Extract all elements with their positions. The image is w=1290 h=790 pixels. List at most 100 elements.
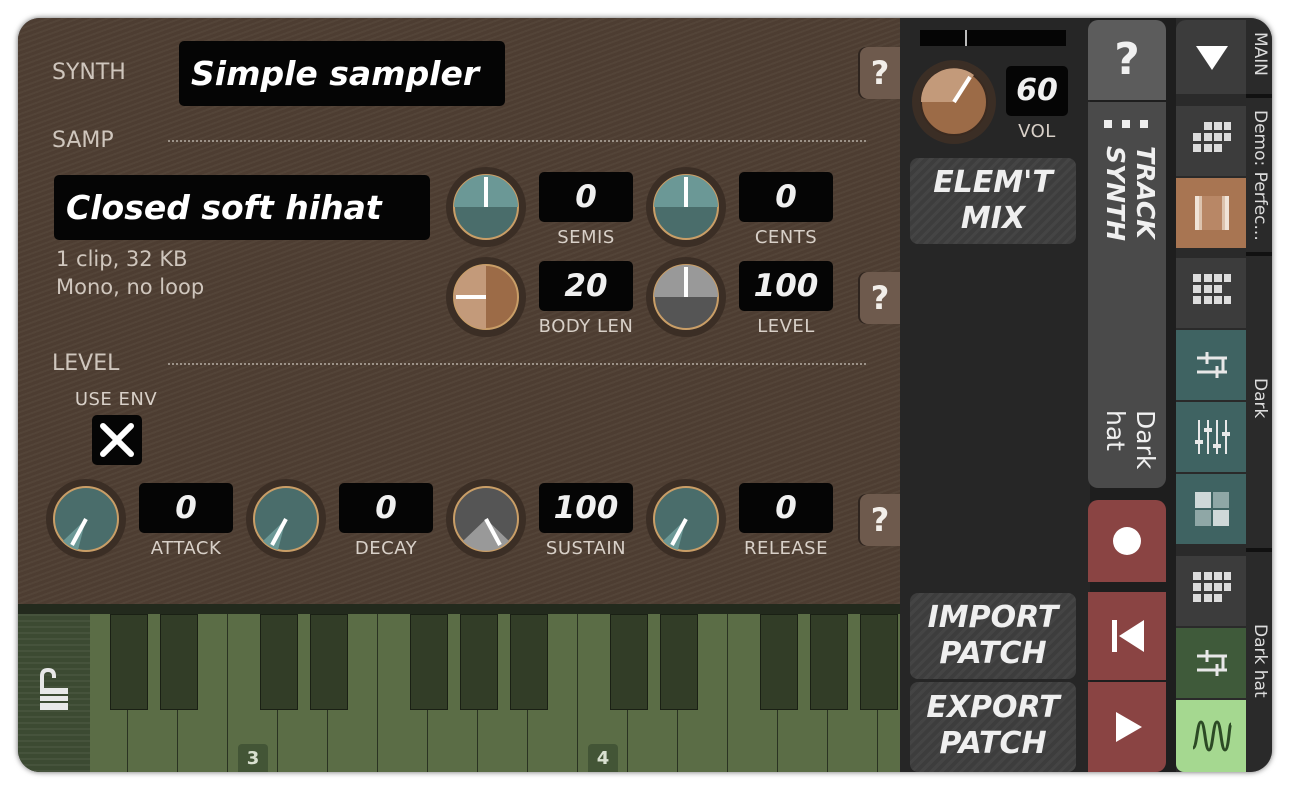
synth-label: SYNTH xyxy=(52,60,126,85)
control-column: 60 VOL ELEM'T MIX IMPORT PATCH EXPORT PA… xyxy=(900,18,1090,772)
piano-keys[interactable]: 345 xyxy=(90,614,900,772)
semis-label: SEMIS xyxy=(557,227,615,248)
app-window: SYNTH Simple sampler ? SAMP Closed soft … xyxy=(18,18,1272,772)
help-button-track[interactable]: ? xyxy=(1088,20,1166,100)
level-param-label: LEVEL xyxy=(757,316,815,337)
track-routing-button[interactable] xyxy=(1176,628,1246,698)
sample-info-clips: 1 clip, 32 KB xyxy=(56,247,188,271)
grid-icon xyxy=(1193,274,1231,304)
octave-label: 3 xyxy=(238,744,268,772)
nav-sidebar: MAIN Demo: Perfec... Dark Dark hat xyxy=(1176,18,1272,772)
grid-icon xyxy=(1193,122,1231,152)
check-x-icon xyxy=(100,423,134,457)
release-value[interactable]: 0 xyxy=(739,483,833,533)
semis-knob[interactable] xyxy=(446,167,526,247)
volume-label: VOL xyxy=(1018,121,1056,142)
track-synth-button[interactable]: TRACK SYNTH Dark hat xyxy=(1088,102,1166,488)
routing-icon xyxy=(1197,352,1227,378)
black-key[interactable] xyxy=(860,614,898,710)
export-label-1: EXPORT xyxy=(926,690,1060,725)
sustain-value[interactable]: 100 xyxy=(539,483,633,533)
volume-knob[interactable] xyxy=(912,60,996,144)
help-button-synth[interactable]: ? xyxy=(860,47,900,99)
import-patch-button[interactable]: IMPORT PATCH xyxy=(910,593,1076,679)
main-label: MAIN xyxy=(1250,32,1270,77)
samp-divider xyxy=(168,140,866,142)
export-patch-button[interactable]: EXPORT PATCH xyxy=(910,682,1076,772)
synth-panel: SYNTH Simple sampler ? SAMP Closed soft … xyxy=(18,18,900,604)
level-section-label: LEVEL xyxy=(52,351,120,376)
help-button-samp[interactable]: ? xyxy=(860,272,900,324)
black-key[interactable] xyxy=(610,614,648,710)
grid-button-track[interactable] xyxy=(1176,556,1246,626)
song-name-label: Demo: Perfec... xyxy=(1250,110,1270,241)
song-arrange-button[interactable] xyxy=(1176,178,1246,248)
sustain-label: SUSTAIN xyxy=(545,538,627,559)
level-knob[interactable] xyxy=(646,257,726,337)
decay-knob[interactable] xyxy=(246,479,326,559)
drag-dots-icon xyxy=(1104,120,1148,128)
black-key[interactable] xyxy=(110,614,148,710)
panel-icon xyxy=(1195,196,1229,230)
black-key[interactable] xyxy=(510,614,548,710)
collapse-button[interactable] xyxy=(1176,20,1246,94)
sustain-knob[interactable] xyxy=(446,479,526,559)
grid-icon xyxy=(1193,572,1231,602)
black-key[interactable] xyxy=(160,614,198,710)
octave-label: 4 xyxy=(588,744,618,772)
help-button-level[interactable]: ? xyxy=(860,494,900,546)
pads-button[interactable] xyxy=(1176,474,1246,544)
element-mix-label-1: ELEM'T xyxy=(933,165,1053,200)
play-button[interactable] xyxy=(1088,682,1166,772)
sample-selector[interactable]: Closed soft hihat xyxy=(54,175,430,240)
attack-knob[interactable] xyxy=(46,479,126,559)
play-icon xyxy=(1116,712,1142,742)
use-env-label: USE ENV xyxy=(74,389,158,410)
black-key[interactable] xyxy=(310,614,348,710)
piano-keyboard: 345 xyxy=(18,604,900,772)
record-button[interactable] xyxy=(1088,500,1166,582)
patch-routing-button[interactable] xyxy=(1176,330,1246,400)
release-knob[interactable] xyxy=(646,479,726,559)
cents-knob[interactable] xyxy=(646,167,726,247)
samp-section-label: SAMP xyxy=(52,128,114,153)
volume-value[interactable]: 60 xyxy=(1006,66,1068,116)
body-len-value[interactable]: 20 xyxy=(539,261,633,311)
black-key[interactable] xyxy=(410,614,448,710)
attack-value[interactable]: 0 xyxy=(139,483,233,533)
chevron-down-icon xyxy=(1196,46,1228,70)
record-icon xyxy=(1113,527,1141,555)
black-key[interactable] xyxy=(760,614,798,710)
track-name-side-label: Dark hat xyxy=(1250,624,1270,698)
element-mix-label-2: MIX xyxy=(960,201,1026,236)
black-key[interactable] xyxy=(660,614,698,710)
synth-selector[interactable]: Simple sampler xyxy=(179,41,505,106)
black-key[interactable] xyxy=(460,614,498,710)
mixer-button[interactable] xyxy=(1176,402,1246,472)
attack-label: ATTACK xyxy=(150,538,222,559)
export-label-2: PATCH xyxy=(939,726,1047,761)
routing-icon xyxy=(1197,650,1227,676)
keyboard-lock[interactable] xyxy=(18,614,90,772)
level-value[interactable]: 100 xyxy=(739,261,833,311)
sliders-icon xyxy=(1195,420,1230,454)
black-key[interactable] xyxy=(810,614,848,710)
use-env-checkbox[interactable] xyxy=(92,415,142,465)
track-synth-label: TRACK SYNTH xyxy=(1101,146,1160,242)
release-label: RELEASE xyxy=(744,538,828,559)
level-meter xyxy=(920,30,1066,46)
body-len-knob[interactable] xyxy=(446,257,526,337)
pads-icon xyxy=(1195,492,1229,526)
grid-button-kit[interactable] xyxy=(1176,258,1246,328)
grid-button-song[interactable] xyxy=(1176,106,1246,176)
black-key[interactable] xyxy=(260,614,298,710)
rewind-button[interactable] xyxy=(1088,592,1166,680)
element-mix-button[interactable]: ELEM'T MIX xyxy=(910,158,1076,244)
cents-value[interactable]: 0 xyxy=(739,172,833,222)
semis-value[interactable]: 0 xyxy=(539,172,633,222)
decay-value[interactable]: 0 xyxy=(339,483,433,533)
waveform-icon xyxy=(1191,720,1233,752)
kit-name-label: Dark xyxy=(1250,378,1270,419)
synth-edit-button[interactable] xyxy=(1176,700,1246,772)
sample-info-mode: Mono, no loop xyxy=(56,275,205,299)
